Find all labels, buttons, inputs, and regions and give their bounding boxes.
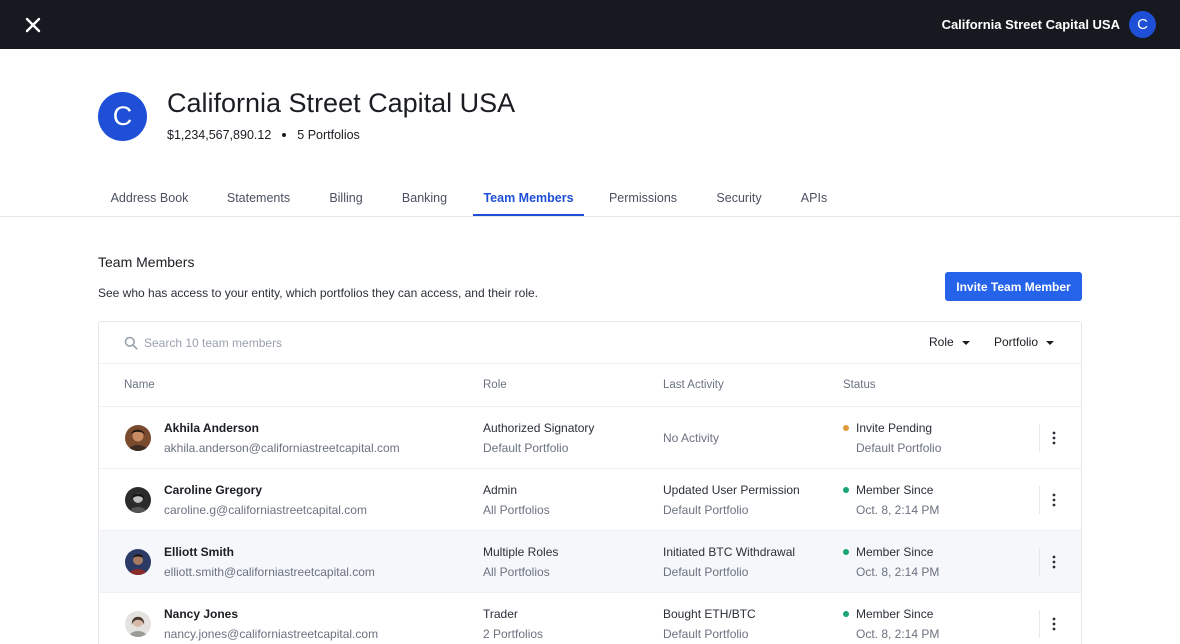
tab-statements[interactable]: Statements <box>214 180 303 216</box>
search-input[interactable] <box>144 333 544 353</box>
entity-portfolio-count: 5 Portfolios <box>297 128 360 142</box>
member-role: Admin <box>483 483 518 497</box>
member-role-scope: Default Portfolio <box>483 441 569 455</box>
member-role-scope: All Portfolios <box>483 503 550 517</box>
avatar <box>125 425 151 451</box>
member-status-detail: Oct. 8, 2:14 PM <box>856 503 940 517</box>
section-title: Team Members <box>98 254 195 270</box>
column-divider <box>1039 548 1040 576</box>
member-name: Nancy Jones <box>164 607 239 621</box>
entity-meta: $1,234,567,890.12 5 Portfolios <box>167 128 360 142</box>
member-activity-detail: Default Portfolio <box>663 503 749 517</box>
entity-avatar: C <box>98 92 147 141</box>
column-divider <box>1039 610 1040 638</box>
avatar <box>125 549 151 575</box>
role-filter-label: Role <box>929 335 954 349</box>
member-status: Invite Pending <box>856 421 933 435</box>
tab-security[interactable]: Security <box>702 180 776 216</box>
member-name: Akhila Anderson <box>164 421 259 435</box>
member-name: Elliott Smith <box>164 545 234 559</box>
member-last-activity: Updated User Permission <box>663 483 800 497</box>
table-row[interactable]: Elliott Smith elliott.smith@californiast… <box>99 531 1081 593</box>
tab-banking[interactable]: Banking <box>389 180 460 216</box>
status-dot <box>843 611 849 617</box>
entity-avatar-small[interactable]: C <box>1129 11 1156 38</box>
invite-team-member-button[interactable]: Invite Team Member <box>945 272 1082 301</box>
table-row[interactable]: Caroline Gregory caroline.g@californiast… <box>99 469 1081 531</box>
top-bar: California Street Capital USA C <box>0 0 1180 49</box>
member-status-detail: Oct. 8, 2:14 PM <box>856 627 940 641</box>
column-header-status[interactable]: Status <box>843 379 876 391</box>
member-status-detail: Oct. 8, 2:14 PM <box>856 565 940 579</box>
status-dot <box>843 487 849 493</box>
member-name: Caroline Gregory <box>164 483 263 497</box>
more-options-icon[interactable] <box>1047 490 1061 510</box>
chevron-down-icon <box>1046 340 1055 345</box>
member-email: caroline.g@californiastreetcapital.com <box>164 503 367 517</box>
member-status: Member Since <box>856 607 934 621</box>
column-divider <box>1039 424 1040 452</box>
member-role: Multiple Roles <box>483 545 559 559</box>
member-last-activity: Initiated BTC Withdrawal <box>663 545 796 559</box>
chevron-down-icon <box>961 340 970 345</box>
column-header-name[interactable]: Name <box>124 379 155 391</box>
tab-apis[interactable]: APIs <box>789 180 839 216</box>
avatar <box>125 487 151 513</box>
member-activity-detail: Default Portfolio <box>663 627 749 641</box>
tab-bar: Address Book Statements Billing Banking … <box>0 180 1180 217</box>
avatar <box>125 611 151 637</box>
column-header-role[interactable]: Role <box>483 379 507 391</box>
page-title: California Street Capital USA <box>167 88 516 118</box>
tab-billing[interactable]: Billing <box>316 180 376 216</box>
member-email: akhila.anderson@californiastreetcapital.… <box>164 441 400 455</box>
more-options-icon[interactable] <box>1047 552 1061 572</box>
status-dot <box>843 425 849 431</box>
top-entity-name[interactable]: California Street Capital USA <box>942 0 1120 49</box>
column-divider <box>1039 486 1040 514</box>
member-status-detail: Default Portfolio <box>856 441 942 455</box>
role-filter-dropdown[interactable]: Role <box>929 335 970 349</box>
member-last-activity: No Activity <box>663 431 720 445</box>
section-description: See who has access to your entity, which… <box>98 286 539 300</box>
search-icon <box>124 336 138 350</box>
status-dot <box>843 549 849 555</box>
table-header: Name Role Last Activity Status <box>99 364 1081 407</box>
member-activity-detail: Default Portfolio <box>663 565 749 579</box>
member-role: Trader <box>483 607 518 621</box>
member-role: Authorized Signatory <box>483 421 595 435</box>
column-header-last-activity[interactable]: Last Activity <box>663 379 724 391</box>
member-status: Member Since <box>856 545 934 559</box>
member-role-scope: 2 Portfolios <box>483 627 544 641</box>
tab-permissions[interactable]: Permissions <box>597 180 689 216</box>
member-role-scope: All Portfolios <box>483 565 550 579</box>
table-row[interactable]: Nancy Jones nancy.jones@californiastreet… <box>99 593 1081 644</box>
table-row[interactable]: Akhila Anderson akhila.anderson@californ… <box>99 407 1081 469</box>
team-members-table: Role Portfolio Name Role Last Activity S… <box>98 321 1082 644</box>
table-toolbar: Role Portfolio <box>99 322 1081 364</box>
close-icon[interactable] <box>20 12 46 38</box>
member-email: elliott.smith@californiastreetcapital.co… <box>164 565 375 579</box>
entity-balance: $1,234,567,890.12 <box>167 128 272 142</box>
member-email: nancy.jones@californiastreetcapital.com <box>164 627 379 641</box>
portfolio-filter-dropdown[interactable]: Portfolio <box>994 335 1055 349</box>
more-options-icon[interactable] <box>1047 428 1061 448</box>
more-options-icon[interactable] <box>1047 614 1061 634</box>
tab-address-book[interactable]: Address Book <box>98 180 201 216</box>
portfolio-filter-label: Portfolio <box>994 335 1039 349</box>
tab-team-members[interactable]: Team Members <box>473 180 584 216</box>
member-last-activity: Bought ETH/BTC <box>663 607 756 621</box>
separator-dot <box>282 132 287 137</box>
member-status: Member Since <box>856 483 934 497</box>
